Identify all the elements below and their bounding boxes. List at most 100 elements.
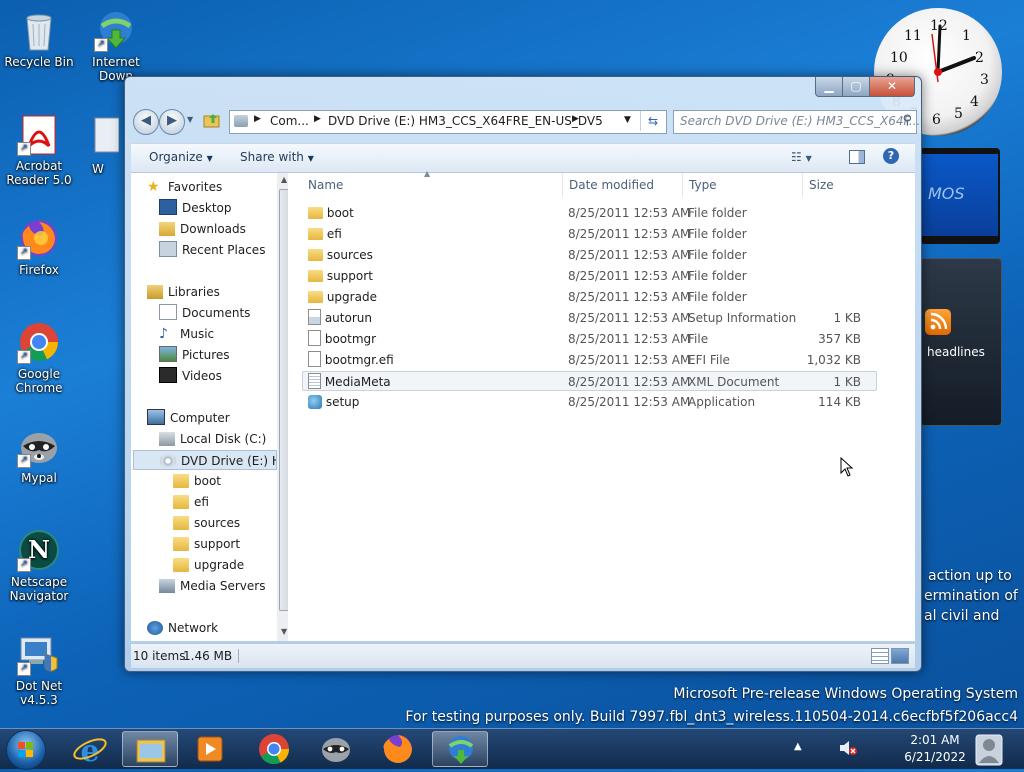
column-header-size[interactable]: Size [803,173,883,197]
feed-headlines-gadget[interactable]: headlines [920,258,1002,426]
file-row[interactable]: bootmgr.efi 8/25/2011 12:53 AM EFI File … [302,350,877,370]
breadcrumb-dvd-drive[interactable]: DVD Drive (E:) HM3_CCS_X64FRE_EN-US_DV5 [328,114,603,128]
search-icon[interactable]: ⚲ [902,113,912,128]
details-view-icon[interactable] [871,648,889,664]
view-options-button[interactable]: ☷ ▼ [791,150,812,164]
taskbar-explorer[interactable] [122,731,178,767]
downloads-icon [159,222,175,236]
tree-folder-sources[interactable]: sources [173,513,240,533]
file-type: File folder [688,206,747,220]
tree-computer[interactable]: Computer [147,408,230,428]
file-row[interactable]: boot 8/25/2011 12:53 AM File folder [302,203,877,223]
desktop-icon-internet-download[interactable]: ↗ Internet Down [77,8,155,83]
desktop-icon-recycle-bin[interactable]: Recycle Bin [0,8,78,69]
breadcrumb-arrow-icon[interactable]: ▶ [314,114,321,124]
file-row[interactable]: support 8/25/2011 12:53 AM File folder [302,266,877,286]
search-input[interactable]: Search DVD Drive (E:) HM3_CCS_X64F... ⚲ [673,110,920,134]
scroll-down-arrow-icon[interactable]: ▼ [281,627,287,636]
tree-recent-places[interactable]: Recent Places [159,240,265,260]
tree-videos[interactable]: Videos [159,366,222,386]
recycle-bin-icon [17,8,61,52]
column-header-name[interactable]: Name [302,173,563,197]
taskbar-mypal[interactable] [308,731,364,767]
desktop-icon-label: Firefox [19,263,59,277]
tree-network[interactable]: Network [147,618,218,638]
file-row-hovered[interactable]: MediaMeta 8/25/2011 12:53 AM XML Documen… [302,371,877,391]
tree-pictures[interactable]: Pictures [159,345,230,365]
recent-places-icon [159,241,177,257]
tree-dvd-drive[interactable]: DVD Drive (E:) HM [133,450,277,470]
breadcrumb-computer[interactable]: Com... [270,114,309,128]
desktop-icon-netscape[interactable]: N ↗ Netscape Navigator [0,528,78,603]
desktop-icon-mypal[interactable]: ↗ Mypal [0,424,78,485]
file-size: 1 KB [833,375,861,389]
file-row[interactable]: upgrade 8/25/2011 12:53 AM File folder [302,287,877,307]
tree-libraries[interactable]: Libraries [147,282,220,302]
file-row[interactable]: bootmgr 8/25/2011 12:53 AM File 357 KB [302,329,877,349]
volume-muted-icon[interactable] [838,739,858,757]
show-hidden-icons-button[interactable]: ▲ [794,741,802,752]
start-button[interactable] [6,730,46,770]
column-header-date[interactable]: Date modified [563,173,683,197]
file-row[interactable]: setup 8/25/2011 12:53 AM Application 114… [302,392,877,412]
media-player-icon [197,736,223,762]
file-row[interactable]: sources 8/25/2011 12:53 AM File folder [302,245,877,265]
address-history-dropdown[interactable]: ▼ [624,115,631,125]
taskbar-internet-download-manager[interactable] [432,731,488,767]
file-row[interactable]: efi 8/25/2011 12:53 AM File folder [302,224,877,244]
desktop-icon-dotnet[interactable]: ↗ Dot Net v4.5.3 [0,632,78,707]
tree-local-disk[interactable]: Local Disk (C:) [159,429,266,449]
desktop-icon-w[interactable]: W [84,116,124,176]
clock-date[interactable]: 6/21/2022 [898,750,972,764]
breadcrumb-arrow-icon[interactable]: ▶ [254,114,261,124]
show-desktop-button[interactable] [974,731,1004,767]
taskbar-chrome[interactable] [246,731,302,767]
preview-pane-icon[interactable] [849,150,865,164]
folder-icon [173,474,189,488]
explorer-window[interactable]: ▁ ▢ ✕ ◀ ▶ ▼ ▶ Com... ▶ DVD Drive (E:) HM… [124,76,922,672]
tree-folder-efi[interactable]: efi [173,492,209,512]
tree-music[interactable]: ♪ Music [159,324,214,344]
folder-icon [308,228,323,240]
recent-pages-dropdown[interactable]: ▼ [187,115,193,124]
slideshow-gadget[interactable]: MOS [920,148,1000,244]
firefox-icon: ↗ [17,216,61,260]
maximize-button[interactable]: ▢ [842,77,870,97]
refresh-icon[interactable]: ⇆ [640,111,665,131]
share-with-button[interactable]: Share with ▼ [240,150,314,164]
desktop-icon-chrome[interactable]: ↗ Google Chrome [0,320,78,395]
large-icons-view-icon[interactable] [891,648,909,664]
file-date: 8/25/2011 12:53 AM [568,248,691,262]
globe-download-icon [448,736,474,764]
network-icon [147,621,163,635]
file-row[interactable]: autorun 8/25/2011 12:53 AM Setup Informa… [302,308,877,328]
minimize-button[interactable]: ▁ [815,77,843,97]
tree-documents[interactable]: Documents [159,303,250,323]
tree-downloads[interactable]: Downloads [159,219,246,239]
desktop-icon-firefox[interactable]: ↗ Firefox [0,216,78,277]
back-button[interactable]: ◀ [133,109,159,135]
breadcrumb-arrow-icon[interactable]: ▶ [572,114,579,124]
forward-button[interactable]: ▶ [159,109,185,135]
taskbar-firefox[interactable] [370,731,426,767]
file-type: File folder [688,290,747,304]
tree-folder-upgrade[interactable]: upgrade [173,555,244,575]
taskbar-media-player[interactable] [182,731,238,767]
tree-media-servers[interactable]: Media Servers [159,576,265,596]
close-button[interactable]: ✕ [869,77,915,97]
organize-button[interactable]: Organize ▼ [149,150,213,164]
scroll-up-arrow-icon[interactable]: ▲ [281,175,287,184]
help-icon[interactable]: ? [883,148,899,164]
tree-favorites[interactable]: ★ Favorites [147,177,222,197]
folder-up-icon[interactable] [203,112,221,128]
tree-folder-boot[interactable]: boot [173,471,221,491]
tree-desktop[interactable]: Desktop [159,198,232,218]
address-bar[interactable]: ▶ Com... ▶ DVD Drive (E:) HM3_CCS_X64FRE… [229,110,667,134]
shortcut-arrow-icon: ↗ [17,558,31,572]
background-text-line: al civil and [924,608,1000,624]
tree-folder-support[interactable]: support [173,534,240,554]
column-header-type[interactable]: Type [683,173,803,197]
desktop-icon-acrobat[interactable]: ↗ Acrobat Reader 5.0 [0,112,78,187]
clock-time[interactable]: 2:01 AM [898,733,972,747]
taskbar-internet-explorer[interactable]: e [62,731,118,769]
